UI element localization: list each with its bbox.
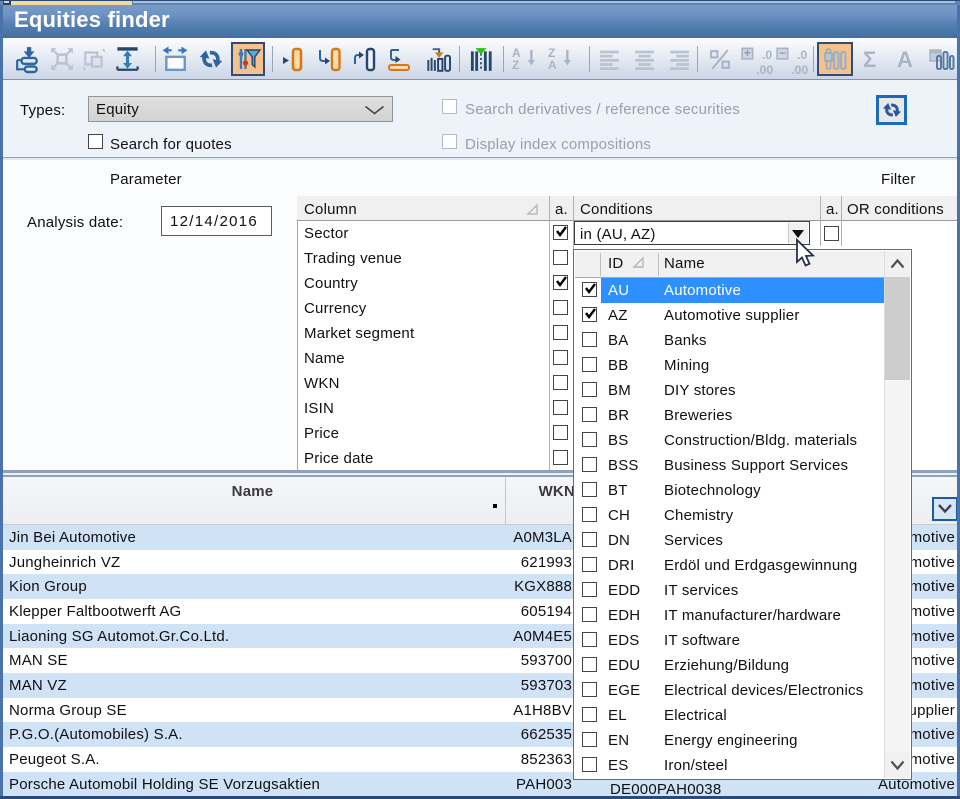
svg-text:.0: .0 [797, 48, 807, 62]
svg-text:+: + [744, 47, 751, 60]
svg-text:.0: .0 [762, 48, 772, 62]
svg-text:.00: .00 [791, 63, 808, 77]
svg-text:.00: .00 [756, 63, 773, 77]
svg-text:−: − [779, 47, 786, 60]
